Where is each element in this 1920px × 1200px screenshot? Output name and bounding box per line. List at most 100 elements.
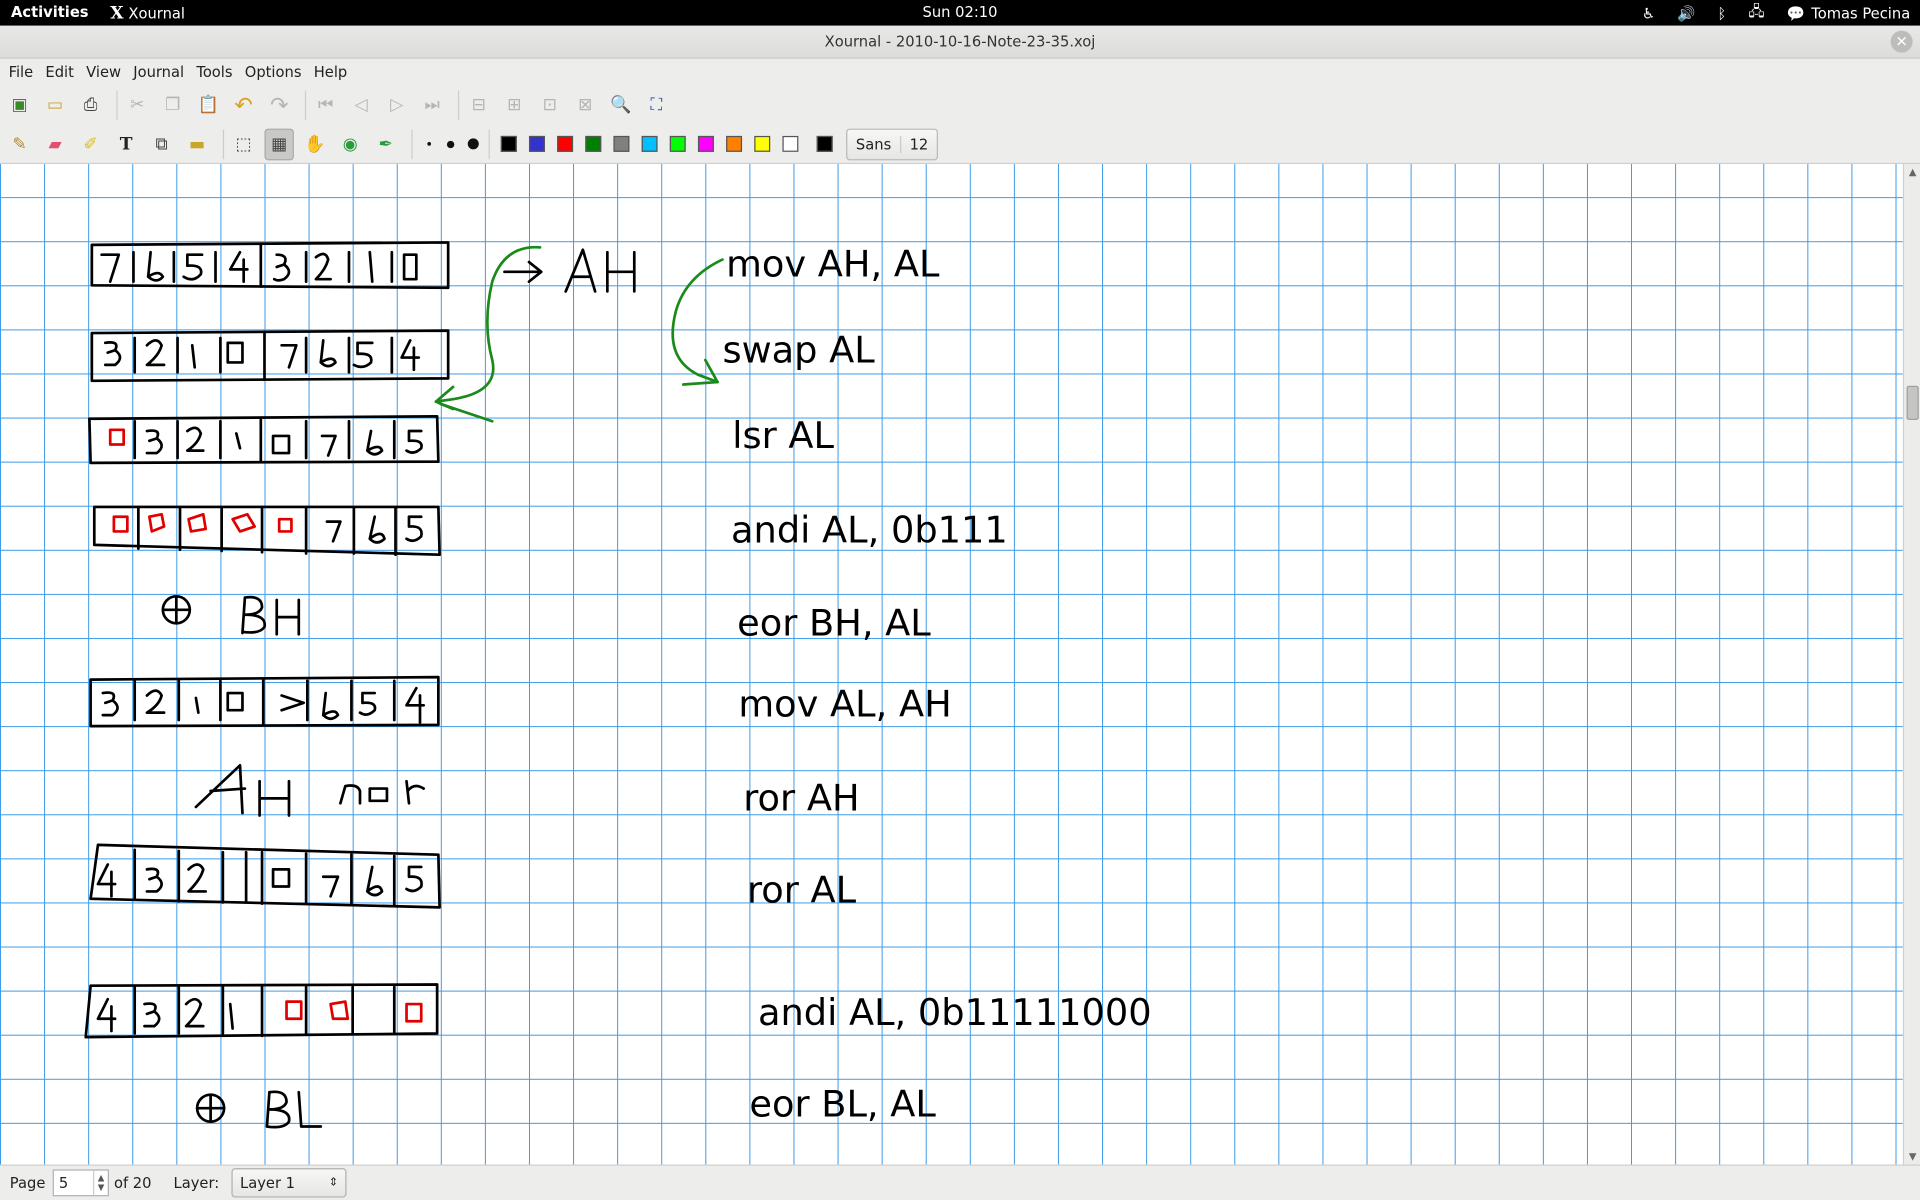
menu-file[interactable]: File [2, 64, 39, 81]
eraser-tool-button[interactable]: ▰ [40, 128, 69, 160]
first-page-button[interactable]: ⏮ [311, 89, 340, 121]
sketch-xor-bl [195, 1090, 323, 1129]
note-line-1: mov AH, AL [726, 243, 940, 287]
pen-icon: ✎ [12, 134, 27, 154]
shape-recognizer-button[interactable]: ⧉ [147, 128, 176, 160]
color-light-blue-swatch[interactable] [641, 135, 658, 152]
system-top-bar: Activities X Xournal Sun 02:10 ♿ 🔊 ᛒ 🖧 💬… [0, 0, 1920, 26]
user-menu[interactable]: 💬 Tomas Pecina [1787, 4, 1910, 21]
layer-selector[interactable]: Layer 1 ⇕ [231, 1168, 347, 1198]
copy-button[interactable]: ❐ [158, 89, 187, 121]
sketch-register-row-5 [89, 675, 440, 728]
current-color-swatch[interactable] [816, 135, 833, 152]
color-white-swatch[interactable] [782, 135, 799, 152]
last-page-icon: ⏭ [424, 95, 440, 116]
color-black-swatch[interactable] [500, 135, 517, 152]
zoom-100-button[interactable]: ⊠ [571, 89, 600, 121]
thickness-fine-button[interactable] [418, 128, 440, 160]
menu-view[interactable]: View [80, 64, 127, 81]
network-icon[interactable]: 🖧 [1748, 0, 1764, 26]
system-tray: ♿ 🔊 ᛒ 🖧 💬 Tomas Pecina [1642, 0, 1910, 26]
save-button[interactable]: ▣ [5, 89, 34, 121]
journal-canvas[interactable]: mov AH, AL swap AL lsr AL andi AL, 0b111… [0, 164, 1903, 1165]
select-region-button[interactable]: ⬚ [229, 128, 258, 160]
page-spinner[interactable]: 5 ▲ ▼ [52, 1169, 110, 1197]
redo-button[interactable]: ↷ [264, 89, 293, 121]
save-icon: ▣ [11, 95, 28, 116]
print-button[interactable]: ⎙ [76, 89, 105, 121]
undo-icon: ↶ [234, 92, 253, 119]
app-menu[interactable]: X Xournal [110, 0, 185, 26]
page-number-input[interactable]: 5 [59, 1174, 68, 1191]
menu-help[interactable]: Help [308, 64, 354, 81]
default-pen-button[interactable]: ✒ [371, 128, 400, 160]
zoom-in-icon: ⊡ [542, 95, 557, 116]
cut-button[interactable]: ✂ [122, 89, 151, 121]
fullscreen-button[interactable]: ⛶ [642, 89, 671, 121]
scrollbar-thumb[interactable] [1906, 385, 1919, 421]
sketch-green-arrows [434, 245, 724, 423]
highlighter-tool-button[interactable]: ✐ [76, 128, 105, 160]
note-line-9: andi AL, 0b11111000 [757, 991, 1152, 1035]
main-toolbar: ▣ ▭ ⎙ ✂ ❐ 📋 ↶ ↷ ⏮ ◁ ▷ ⏭ ⊟ ⊞ ⊡ ⊠ 🔍 ⛶ [0, 85, 1920, 125]
menu-edit[interactable]: Edit [39, 64, 80, 81]
font-button[interactable]: Sans 12 [846, 127, 939, 160]
menu-journal[interactable]: Journal [127, 64, 190, 81]
updown-arrows-icon: ⇕ [328, 1176, 338, 1189]
select-rectangle-button[interactable]: ▦ [264, 127, 294, 160]
menu-options[interactable]: Options [239, 64, 308, 81]
clock[interactable]: Sun 02:10 [923, 4, 998, 21]
copy-icon: ❐ [164, 95, 181, 116]
thickness-thick-button[interactable] [462, 128, 484, 160]
color-green-swatch[interactable] [585, 135, 602, 152]
zoom-fit-icon: ⊞ [507, 95, 522, 116]
menu-tools[interactable]: Tools [190, 64, 238, 81]
color-orange-swatch[interactable] [726, 135, 743, 152]
color-yellow-swatch[interactable] [754, 135, 771, 152]
color-gray-swatch[interactable] [613, 135, 630, 152]
user-name: Tomas Pecina [1811, 4, 1911, 22]
color-magenta-swatch[interactable] [697, 135, 714, 152]
sketch-register-row-4 [92, 505, 441, 557]
undo-button[interactable]: ↶ [229, 89, 258, 121]
ruler-button[interactable]: ▬ [182, 128, 211, 160]
new-document-icon: ▭ [46, 95, 64, 116]
fine-dot-icon [426, 142, 431, 146]
new-page-button[interactable]: ▭ [40, 89, 69, 121]
color-light-green-swatch[interactable] [669, 135, 686, 152]
vertical-scrollbar[interactable]: ▲ ▼ [1902, 164, 1920, 1165]
spinner-down-icon: ▼ [97, 1182, 105, 1193]
thickness-medium-button[interactable] [440, 128, 462, 160]
color-blue-swatch[interactable] [528, 135, 545, 152]
paste-icon: 📋 [197, 95, 219, 116]
default-tools-button[interactable]: ◉ [336, 128, 365, 160]
previous-page-button[interactable]: ◁ [347, 89, 376, 121]
ruler-icon: ▬ [189, 134, 206, 154]
zoom-out-button[interactable]: ⊟ [464, 89, 493, 121]
bluetooth-icon[interactable]: ᛒ [1718, 4, 1727, 21]
close-window-button[interactable]: ✕ [1890, 30, 1913, 53]
scroll-up-button[interactable]: ▲ [1907, 167, 1919, 178]
next-page-button[interactable]: ▷ [382, 89, 411, 121]
sketch-xor-bh [161, 594, 301, 636]
window-titlebar[interactable]: Xournal - 2010-10-16-Note-23-35.xoj ✕ [0, 25, 1920, 59]
accessibility-icon[interactable]: ♿ [1642, 4, 1655, 21]
zoom-in-button[interactable]: ⊡ [535, 89, 564, 121]
set-zoom-button[interactable]: 🔍 [606, 89, 635, 121]
last-page-button[interactable]: ⏭ [418, 89, 447, 121]
redo-icon: ↷ [269, 92, 289, 119]
highlighter-icon: ✐ [83, 134, 98, 154]
pen-tool-button[interactable]: ✎ [5, 128, 34, 160]
paste-button[interactable]: 📋 [193, 89, 222, 121]
color-red-swatch[interactable] [557, 135, 574, 152]
spinner-up-icon: ▲ [97, 1173, 105, 1183]
page-spinner-arrows[interactable]: ▲ ▼ [93, 1170, 108, 1196]
volume-icon[interactable]: 🔊 [1677, 4, 1695, 21]
zoom-fit-button[interactable]: ⊞ [500, 89, 529, 121]
hand-tool-button[interactable]: ✋ [300, 128, 329, 160]
scroll-down-button[interactable]: ▼ [1907, 1151, 1919, 1162]
xournal-logo-icon: X [110, 3, 124, 23]
text-tool-button[interactable]: T [111, 128, 140, 160]
activities-button[interactable]: Activities [11, 4, 89, 21]
status-bar: Page 5 ▲ ▼ of 20 Layer: Layer 1 ⇕ [0, 1164, 1920, 1200]
